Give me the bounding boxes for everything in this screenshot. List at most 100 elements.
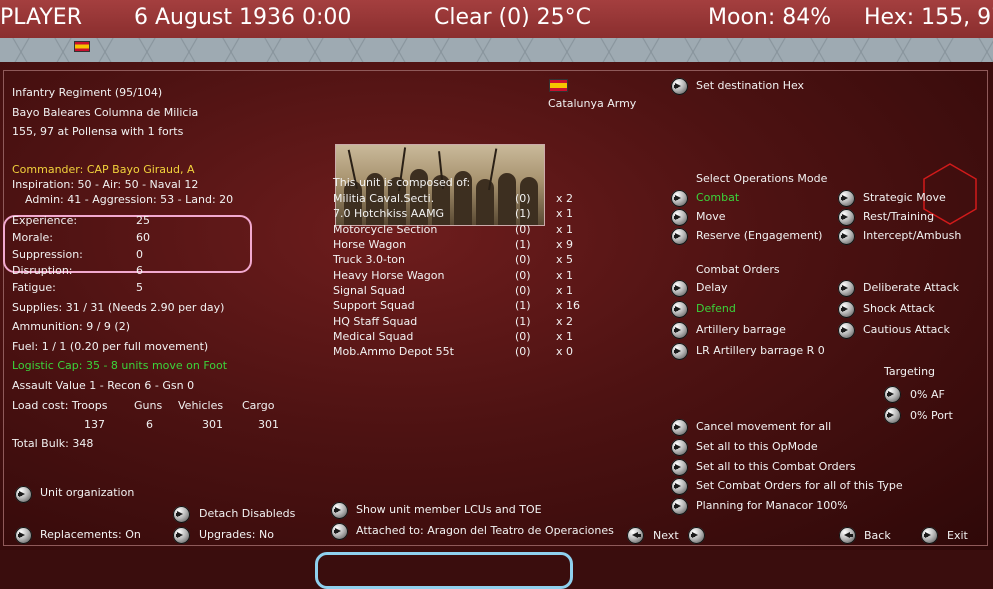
set-opmode-all-button-icon[interactable] — [671, 439, 688, 456]
composition-row-name[interactable]: Signal Squad — [333, 284, 405, 298]
unit-flag-icon[interactable] — [74, 41, 90, 52]
target-port-label[interactable]: 0% Port — [910, 409, 953, 423]
next-left-arrow-icon[interactable] — [627, 527, 644, 544]
composition-row-name[interactable]: Medical Squad — [333, 330, 413, 344]
target-af-label[interactable]: 0% AF — [910, 388, 945, 402]
upgrades-label[interactable]: Upgrades: No — [199, 528, 274, 542]
reserve-mode-button-icon[interactable] — [671, 228, 688, 245]
strategic-move-label[interactable]: Strategic Move — [863, 191, 946, 205]
show-lcus-highlight — [315, 552, 573, 589]
move-mode-label[interactable]: Move — [696, 210, 726, 224]
set-orders-type-label[interactable]: Set Combat Orders for all of this Type — [696, 479, 903, 493]
shock-attack-button-icon[interactable] — [838, 301, 855, 318]
defend-order-button-icon[interactable] — [671, 301, 688, 318]
composition-row-damaged: (0) — [515, 192, 531, 205]
composition-row-damaged: (0) — [515, 330, 531, 343]
stat-value: 6 — [136, 264, 143, 277]
composition-row-damaged: (0) — [515, 284, 531, 297]
upgrades-button-icon[interactable] — [173, 527, 190, 544]
player-label: PLAYER — [0, 5, 82, 30]
next-label[interactable]: Next — [653, 529, 679, 543]
stat-label: Morale: — [12, 231, 54, 244]
intercept-ambush-label[interactable]: Intercept/Ambush — [863, 229, 961, 243]
target-af-button-icon[interactable] — [884, 386, 901, 403]
army-flag-icon — [549, 79, 568, 92]
shock-attack-label[interactable]: Shock Attack — [863, 302, 935, 316]
set-orders-type-button-icon[interactable] — [671, 478, 688, 495]
artillery-barrage-label[interactable]: Artillery barrage — [696, 323, 786, 337]
attached-to-button-icon[interactable] — [331, 523, 348, 540]
combat-mode-label[interactable]: Combat — [696, 191, 739, 205]
target-port-button-icon[interactable] — [884, 407, 901, 424]
cancel-movement-label[interactable]: Cancel movement for all — [696, 420, 831, 434]
deliberate-attack-button-icon[interactable] — [838, 280, 855, 297]
reserve-mode-label[interactable]: Reserve (Engagement) — [696, 229, 822, 243]
moon-label: Moon: 84% — [708, 5, 832, 30]
cautious-attack-label[interactable]: Cautious Attack — [863, 323, 950, 337]
artillery-barrage-button-icon[interactable] — [671, 322, 688, 339]
composition-row-name[interactable]: Heavy Horse Wagon — [333, 269, 444, 283]
set-opmode-all-label[interactable]: Set all to this OpMode — [696, 440, 818, 454]
unit-detail-panel: Infantry Regiment (95/104) Bayo Baleares… — [0, 62, 993, 589]
composition-row-name[interactable]: HQ Staff Squad — [333, 315, 417, 329]
set-orders-all-label[interactable]: Set all to this Combat Orders — [696, 460, 856, 474]
composition-row-count: x 1 — [556, 284, 574, 297]
exit-label[interactable]: Exit — [947, 529, 968, 543]
rest-training-label[interactable]: Rest/Training — [863, 210, 934, 224]
composition-row-damaged: (1) — [515, 238, 531, 251]
map-strip[interactable] — [0, 38, 993, 62]
intercept-ambush-button-icon[interactable] — [838, 228, 855, 245]
composition-row-name[interactable]: Militia Caval.Secti. — [333, 192, 434, 206]
stat-value: 5 — [136, 281, 143, 294]
detach-disableds-label[interactable]: Detach Disableds — [199, 507, 295, 521]
show-lcus-button-icon[interactable] — [331, 502, 348, 519]
total-bulk-text: Total Bulk: 348 — [12, 437, 94, 450]
attached-to-label[interactable]: Attached to: Aragon del Teatro de Operac… — [356, 524, 614, 538]
unit-organization-button-icon[interactable] — [15, 486, 32, 503]
fuel-text: Fuel: 1 / 1 (0.20 per full movement) — [12, 340, 209, 353]
back-label[interactable]: Back — [864, 529, 891, 543]
show-lcus-label[interactable]: Show unit member LCUs and TOE — [356, 503, 542, 517]
lr-artillery-label[interactable]: LR Artillery barrage R 0 — [696, 344, 825, 358]
stat-value: 0 — [136, 248, 143, 261]
planning-button-icon[interactable] — [671, 498, 688, 515]
composition-row-count: x 1 — [556, 207, 574, 220]
cautious-attack-button-icon[interactable] — [838, 322, 855, 339]
next-button-icon[interactable] — [688, 527, 705, 544]
targeting-title: Targeting — [884, 365, 936, 378]
defend-order-label[interactable]: Defend — [696, 302, 736, 316]
lr-artillery-button-icon[interactable] — [671, 343, 688, 360]
combat-mode-button-icon[interactable] — [671, 190, 688, 207]
hex-label: Hex: 155, 97 — [864, 5, 993, 30]
replacements-label[interactable]: Replacements: On — [40, 528, 141, 542]
set-destination-label[interactable]: Set destination Hex — [696, 79, 804, 93]
composition-row-name[interactable]: Truck 3.0-ton — [333, 253, 405, 267]
cancel-movement-button-icon[interactable] — [671, 419, 688, 436]
composition-row-name[interactable]: 7.0 Hotchkiss AAMG — [333, 207, 444, 221]
replacements-button-icon[interactable] — [15, 527, 32, 544]
composition-row-name[interactable]: Mob.Ammo Depot 55t — [333, 345, 454, 359]
strategic-move-button-icon[interactable] — [838, 190, 855, 207]
back-button-icon[interactable] — [839, 527, 856, 544]
unit-name: Bayo Baleares Columna de Milicia — [12, 106, 199, 119]
commander-name[interactable]: Commander: CAP Bayo Giraud, A — [12, 163, 195, 177]
planning-label[interactable]: Planning for Manacor 100% — [696, 499, 848, 513]
delay-order-label[interactable]: Delay — [696, 281, 728, 295]
exit-button-icon[interactable] — [921, 527, 938, 544]
unit-organization-label[interactable]: Unit organization — [40, 486, 134, 500]
set-orders-all-button-icon[interactable] — [671, 459, 688, 476]
composition-title: This unit is composed of: — [333, 176, 471, 189]
detach-disableds-button-icon[interactable] — [173, 506, 190, 523]
load-vehicles-header: Vehicles — [178, 399, 224, 412]
delay-order-button-icon[interactable] — [671, 280, 688, 297]
ammunition-text: Ammunition: 9 / 9 (2) — [12, 320, 131, 333]
move-mode-button-icon[interactable] — [671, 209, 688, 226]
composition-row-damaged: (0) — [515, 223, 531, 236]
composition-row-name[interactable]: Support Squad — [333, 299, 415, 313]
rest-training-button-icon[interactable] — [838, 209, 855, 226]
set-destination-button-icon[interactable] — [671, 78, 688, 95]
composition-row-name[interactable]: Motorcycle Section — [333, 223, 437, 237]
deliberate-attack-label[interactable]: Deliberate Attack — [863, 281, 959, 295]
composition-row-damaged: (0) — [515, 345, 531, 358]
composition-row-name[interactable]: Horse Wagon — [333, 238, 406, 252]
